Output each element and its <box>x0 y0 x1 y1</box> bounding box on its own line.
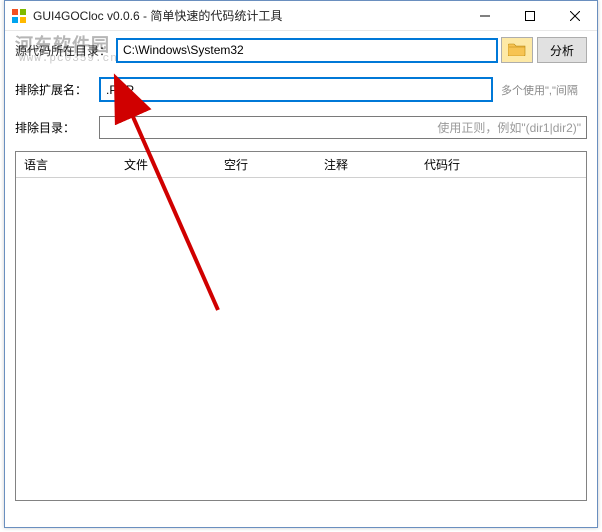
col-blank[interactable]: 空行 <box>216 152 316 177</box>
col-language[interactable]: 语言 <box>16 152 116 177</box>
col-code[interactable]: 代码行 <box>416 152 586 177</box>
maximize-button[interactable] <box>507 1 552 30</box>
exclude-dir-input[interactable] <box>99 116 587 139</box>
analyze-button[interactable]: 分析 <box>537 37 587 63</box>
table-body <box>16 178 586 498</box>
folder-icon <box>508 42 526 59</box>
col-comment[interactable]: 注释 <box>316 152 416 177</box>
exclude-ext-row: 排除扩展名： 多个使用","间隔 <box>15 77 587 102</box>
minimize-button[interactable] <box>462 1 507 30</box>
app-window: GUI4GOCloc v0.0.6 - 简单快速的代码统计工具 河东软件园 ww… <box>4 0 598 528</box>
exclude-ext-input[interactable] <box>99 77 493 102</box>
app-icon <box>11 8 27 24</box>
titlebar: GUI4GOCloc v0.0.6 - 简单快速的代码统计工具 <box>5 1 597 31</box>
col-files[interactable]: 文件 <box>116 152 216 177</box>
source-dir-label: 源代码所在目录： <box>15 42 111 59</box>
exclude-dir-row: 排除目录： <box>15 116 587 139</box>
exclude-ext-label: 排除扩展名： <box>15 81 95 98</box>
table-header: 语言 文件 空行 注释 代码行 <box>16 152 586 178</box>
window-title: GUI4GOCloc v0.0.6 - 简单快速的代码统计工具 <box>33 7 462 24</box>
content-area: 源代码所在目录： 分析 排除扩展名： 多个使用","间隔 排除目录： <box>5 37 597 511</box>
source-dir-input[interactable] <box>117 39 497 62</box>
close-button[interactable] <box>552 1 597 30</box>
results-table: 语言 文件 空行 注释 代码行 <box>15 151 587 501</box>
browse-button[interactable] <box>501 37 533 63</box>
exclude-ext-hint: 多个使用","间隔 <box>497 82 587 98</box>
analyze-button-label: 分析 <box>550 42 574 59</box>
window-controls <box>462 1 597 30</box>
exclude-dir-label: 排除目录： <box>15 119 95 136</box>
